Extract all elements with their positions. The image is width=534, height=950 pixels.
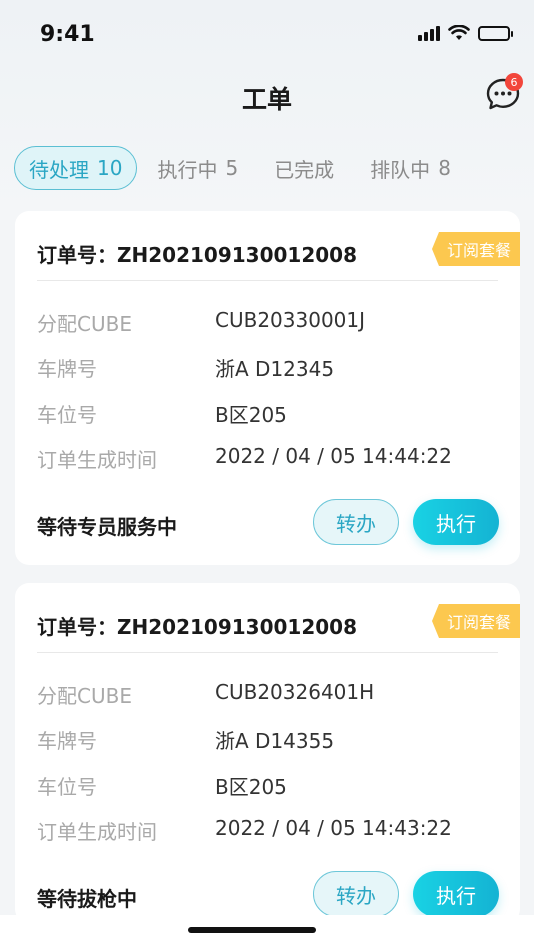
field-value-parking-space: B区205 — [215, 775, 287, 799]
subscription-tag: 订阅套餐 — [432, 604, 520, 638]
battery-icon — [478, 25, 513, 41]
tab-count: 8 — [438, 156, 451, 180]
tab-queued[interactable]: 排队中 8 — [370, 146, 451, 190]
tab-label: 待处理 — [29, 157, 89, 182]
order-card[interactable]: 订单号：ZH202109130012008 订阅套餐 分配CUBE CUB203… — [15, 583, 520, 923]
field-label-created-time: 订单生成时间 — [37, 820, 157, 844]
field-value-created-time: 2022 / 04 / 05 14:44:22 — [215, 444, 452, 468]
field-label-created-time: 订单生成时间 — [37, 448, 157, 472]
tab-count: 10 — [97, 156, 123, 180]
status-tabs: 待处理 10 执行中 5 已完成 排队中 8 — [14, 146, 451, 190]
field-value-cube: CUB20330001J — [215, 308, 366, 332]
subscription-tag: 订阅套餐 — [432, 232, 520, 266]
divider — [37, 652, 498, 653]
order-number-row: 订单号：ZH202109130012008 — [37, 239, 357, 268]
tab-count: 5 — [225, 156, 239, 180]
transfer-button[interactable]: 转办 — [313, 871, 399, 917]
field-label-plate: 车牌号 — [37, 357, 97, 381]
tab-label: 已完成 — [274, 157, 335, 182]
transfer-button[interactable]: 转办 — [313, 499, 399, 545]
order-number-row: 订单号：ZH202109130012008 — [37, 611, 357, 640]
home-indicator[interactable] — [188, 927, 316, 933]
tab-completed[interactable]: 已完成 — [274, 146, 334, 190]
status-bar: 9:41 — [0, 0, 534, 70]
execute-button[interactable]: 执行 — [413, 871, 499, 917]
field-label-cube: 分配CUBE — [37, 684, 132, 708]
field-value-plate: 浙A D12345 — [215, 357, 335, 381]
message-badge: 6 — [505, 73, 523, 91]
divider — [37, 280, 498, 281]
field-value-parking-space: B区205 — [215, 403, 287, 427]
order-number: ZH202109130012008 — [117, 615, 357, 639]
field-label-parking-space: 车位号 — [37, 775, 97, 799]
order-number-label: 订单号： — [37, 615, 117, 639]
tab-label: 执行中 — [157, 157, 218, 182]
field-value-cube: CUB20326401H — [215, 680, 375, 704]
field-label-parking-space: 车位号 — [37, 403, 97, 427]
order-number-label: 订单号： — [37, 243, 117, 267]
order-number: ZH202109130012008 — [117, 243, 357, 267]
status-time: 9:41 — [40, 22, 95, 47]
cellular-signal-icon — [418, 25, 440, 41]
page-title: 工单 — [241, 85, 292, 114]
field-value-plate: 浙A D14355 — [215, 729, 335, 753]
wifi-icon — [448, 25, 470, 40]
field-label-cube: 分配CUBE — [37, 312, 132, 336]
tab-in-progress[interactable]: 执行中 5 — [157, 146, 238, 190]
order-card[interactable]: 订单号：ZH202109130012008 订阅套餐 分配CUBE CUB203… — [15, 211, 520, 565]
tab-pending[interactable]: 待处理 10 — [14, 146, 138, 190]
execute-button[interactable]: 执行 — [413, 499, 499, 545]
order-status: 等待拔枪中 — [37, 887, 137, 911]
order-status: 等待专员服务中 — [37, 515, 177, 539]
field-value-created-time: 2022 / 04 / 05 14:43:22 — [215, 816, 452, 840]
tab-label: 排队中 — [370, 157, 431, 182]
field-label-plate: 车牌号 — [37, 729, 97, 753]
status-icons — [418, 25, 513, 41]
